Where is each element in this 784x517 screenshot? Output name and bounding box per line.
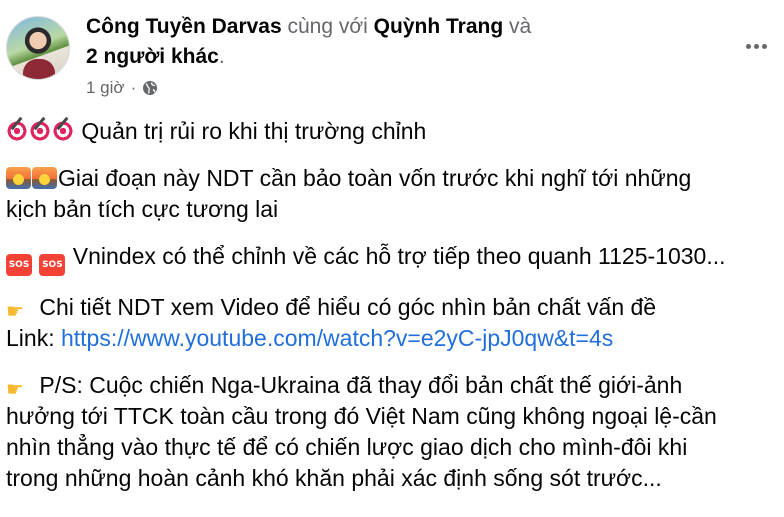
link-label: Link:: [6, 325, 55, 351]
sunrise-icon: [6, 167, 31, 189]
paragraph-text: Quản trị rủi ro khi thị trường chỉnh: [81, 118, 427, 144]
sos-icon: SOS: [6, 254, 32, 276]
paragraph-text: Chi tiết NDT xem Video để hiểu có góc nh…: [39, 294, 657, 320]
with-text: cùng với: [287, 15, 368, 38]
paragraph-preserve: Giai đoạn này NDT cần bảo toàn vốn trước…: [6, 163, 778, 225]
post-header: Công Tuyền Darvas cùng với Quỳnh Trang v…: [6, 6, 778, 106]
post-time[interactable]: 1 giờ: [86, 78, 125, 98]
paragraph-text: kịch bản tích cực tương lai: [6, 196, 279, 222]
youtube-link[interactable]: https://www.youtube.com/watch?v=e2yC-jpJ…: [61, 325, 613, 351]
paragraph-vnindex: SOS SOS Vnindex có thể chỉnh về các hỗ t…: [6, 241, 778, 276]
period-text: .: [218, 45, 225, 68]
sos-icon: SOS: [39, 254, 66, 276]
author-avatar[interactable]: [6, 16, 70, 80]
tagged-person[interactable]: Quỳnh Trang: [374, 15, 504, 38]
meta-dot: ·: [130, 78, 137, 97]
and-text: và: [509, 15, 532, 38]
more-options-icon[interactable]: [738, 28, 774, 64]
pointing-hand-icon: ☛: [6, 299, 24, 323]
paragraph-text: Vnindex có thể chỉnh về các hỗ trợ tiếp …: [72, 243, 726, 269]
paragraph-text: hưởng tới TTCK toàn cầu trong đó Việt Na…: [6, 403, 717, 429]
paragraph-text: nhìn thẳng vào thực tế để có chiến lược …: [6, 434, 688, 460]
sunrise-icon: [32, 167, 57, 189]
others-link[interactable]: 2 người khác: [86, 45, 219, 68]
post-meta: 1 giờ ·: [86, 78, 158, 98]
post-author-line: Công Tuyền Darvas cùng với Quỳnh Trang v…: [86, 12, 706, 72]
pointing-hand-icon: ☛: [6, 377, 24, 401]
direct-hit-icon: [29, 120, 51, 142]
direct-hit-icon: [6, 120, 28, 142]
paragraph-ps: ☛ P/S: Cuộc chiến Nga-Ukraina đã thay đổ…: [6, 370, 778, 494]
direct-hit-icon: [52, 120, 74, 142]
paragraph-text: trong những hoàn cảnh khó khăn phải xác …: [6, 465, 662, 491]
paragraph-video: ☛ Chi tiết NDT xem Video để hiểu có góc …: [6, 292, 778, 354]
author-name[interactable]: Công Tuyền Darvas: [86, 15, 282, 38]
globe-icon[interactable]: [142, 80, 158, 96]
post-body: Quản trị rủi ro khi thị trường chỉnh Gia…: [6, 116, 778, 510]
paragraph-risk: Quản trị rủi ro khi thị trường chỉnh: [6, 116, 778, 147]
paragraph-text: Giai đoạn này NDT cần bảo toàn vốn trước…: [58, 165, 692, 191]
paragraph-text: P/S: Cuộc chiến Nga-Ukraina đã thay đổi …: [39, 372, 683, 398]
